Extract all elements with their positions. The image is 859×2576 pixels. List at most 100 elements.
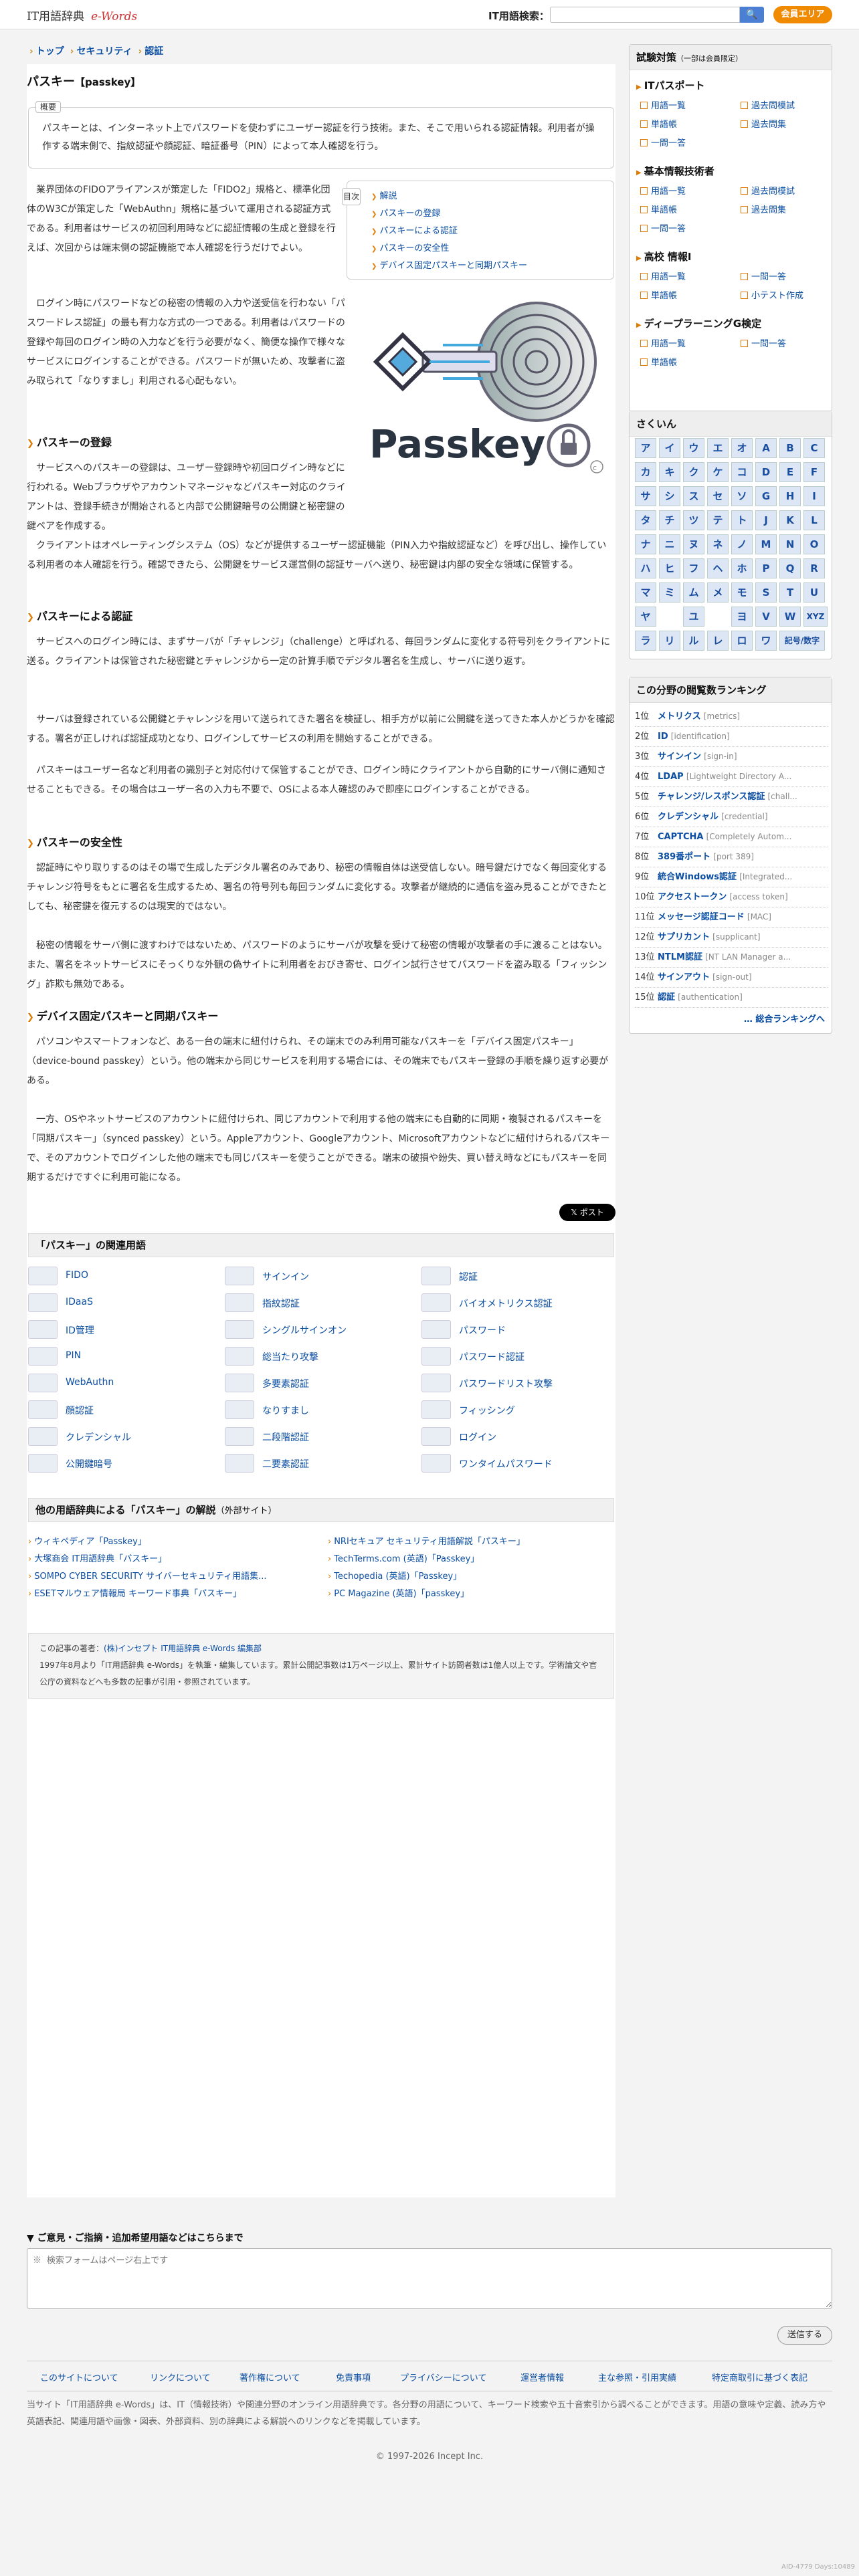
index-key[interactable]: F — [803, 462, 825, 482]
toc-item-security[interactable]: パスキーの安全性 — [379, 243, 449, 253]
member-area-button[interactable]: 会員エリア — [773, 6, 832, 23]
external-link[interactable]: ウィキペディア「Passkey」 — [28, 1534, 147, 1547]
index-key[interactable]: T — [779, 582, 801, 603]
index-key[interactable]: H — [779, 486, 801, 506]
related-term[interactable]: 顔認証 — [28, 1399, 222, 1422]
exam-link[interactable]: 用語一覧 — [640, 336, 686, 349]
x-post-button[interactable]: 𝕏 ポスト — [559, 1204, 615, 1221]
exam-link[interactable]: 用語一覧 — [640, 98, 686, 111]
site-logo[interactable]: IT用語辞典 e-Words — [27, 7, 137, 23]
related-term[interactable]: フィッシング — [421, 1399, 615, 1422]
index-key[interactable]: ホ — [731, 558, 753, 578]
index-key[interactable]: ア — [635, 438, 656, 458]
index-key[interactable]: コ — [731, 462, 753, 482]
external-link[interactable]: PC Magazine (英語)「passkey」 — [328, 1586, 469, 1599]
related-term[interactable]: ID管理 — [28, 1319, 222, 1341]
toc-item-explanation[interactable]: 解説 — [379, 191, 397, 201]
footer-link-disclaimer[interactable]: 免責事項 — [336, 2371, 371, 2383]
index-key[interactable]: ワ — [755, 631, 777, 651]
related-term[interactable]: バイオメトリクス認証 — [421, 1292, 615, 1315]
breadcrumb-security[interactable]: セキュリティ — [76, 46, 132, 57]
related-term[interactable]: シングルサインオン — [225, 1319, 419, 1341]
exam-link[interactable]: 単語帳 — [640, 288, 677, 301]
ranking-item[interactable]: 12位 サプリカント [supplicant] — [635, 926, 828, 948]
footer-link-about[interactable]: このサイトについて — [40, 2371, 118, 2383]
index-key[interactable]: S — [755, 582, 777, 603]
index-key[interactable]: オ — [731, 438, 753, 458]
external-link[interactable]: SOMPO CYBER SECURITY サイバーセキュリティ用語集... — [28, 1569, 266, 1582]
exam-link[interactable]: 用語一覧 — [640, 270, 686, 282]
index-key[interactable]: マ — [635, 582, 656, 603]
footer-link-linking[interactable]: リンクについて — [150, 2371, 211, 2383]
toc-item-device-sync[interactable]: デバイス固定パスキーと同期パスキー — [379, 261, 527, 271]
footer-link-privacy[interactable]: プライバシーについて — [400, 2371, 486, 2383]
index-key[interactable]: Q — [779, 558, 801, 578]
index-key[interactable]: ス — [683, 486, 704, 506]
ranking-item[interactable]: 7位 CAPTCHA [Completely Autom... — [635, 826, 828, 847]
search-input[interactable] — [550, 7, 740, 23]
breadcrumb-auth[interactable]: 認証 — [145, 46, 163, 57]
index-key[interactable]: J — [755, 510, 777, 530]
related-term[interactable]: WebAuthn — [28, 1372, 222, 1395]
ranking-item[interactable]: 13位 NTLM認証 [NT LAN Manager a... — [635, 946, 828, 968]
external-link[interactable]: 大塚商会 IT用語辞典「パスキー」 — [28, 1551, 167, 1564]
index-key[interactable]: ム — [683, 582, 704, 603]
exam-link[interactable]: 単語帳 — [640, 203, 677, 215]
ranking-item[interactable]: 11位 メッセージ認証コード [MAC] — [635, 906, 828, 928]
index-key[interactable]: ユ — [683, 607, 704, 627]
exam-link[interactable]: 過去問模試 — [741, 98, 795, 111]
index-key[interactable]: ヨ — [731, 607, 753, 627]
related-term[interactable]: 指紋認証 — [225, 1292, 419, 1315]
index-key[interactable]: ル — [683, 631, 704, 651]
footer-link-copyright[interactable]: 著作権について — [240, 2371, 300, 2383]
ranking-item[interactable]: 6位 クレデンシャル [credential] — [635, 806, 828, 827]
exam-link[interactable]: 小テスト作成 — [741, 288, 803, 301]
exam-link[interactable]: 単語帳 — [640, 355, 677, 368]
index-key[interactable]: フ — [683, 558, 704, 578]
index-key[interactable]: A — [755, 438, 777, 458]
index-key[interactable]: チ — [659, 510, 680, 530]
index-key[interactable]: ヒ — [659, 558, 680, 578]
index-key[interactable]: I — [803, 486, 825, 506]
index-key[interactable]: ミ — [659, 582, 680, 603]
ranking-more-link[interactable]: … 総合ランキングへ — [744, 1012, 825, 1025]
exam-link[interactable]: 一問一答 — [640, 136, 686, 148]
related-term[interactable]: パスワード — [421, 1319, 615, 1341]
index-key[interactable]: ハ — [635, 558, 656, 578]
index-key[interactable]: メ — [707, 582, 729, 603]
index-key[interactable]: タ — [635, 510, 656, 530]
related-term[interactable]: 公開鍵暗号 — [28, 1453, 222, 1475]
related-term[interactable]: 総当たり攻撃 — [225, 1346, 419, 1368]
ranking-item[interactable]: 3位 サインイン [sign-in] — [635, 746, 828, 767]
index-key[interactable]: イ — [659, 438, 680, 458]
external-link[interactable]: ESETマルウェア情報局 キーワード事典「パスキー」 — [28, 1586, 242, 1599]
index-key[interactable]: ヘ — [707, 558, 729, 578]
related-term[interactable]: クレデンシャル — [28, 1426, 222, 1448]
exam-link[interactable]: 過去問集 — [741, 203, 786, 215]
index-key[interactable]: ク — [683, 462, 704, 482]
ranking-item[interactable]: 2位 ID [identification] — [635, 726, 828, 747]
related-term[interactable]: 二段階認証 — [225, 1426, 419, 1448]
index-key[interactable]: カ — [635, 462, 656, 482]
index-key[interactable]: P — [755, 558, 777, 578]
exam-link[interactable]: 一問一答 — [741, 336, 786, 349]
index-key[interactable]: L — [803, 510, 825, 530]
exam-link[interactable]: 一問一答 — [640, 221, 686, 234]
index-key[interactable]: W — [779, 607, 801, 627]
related-term[interactable]: 認証 — [421, 1265, 615, 1288]
external-link[interactable]: TechTerms.com (英語)「Passkey」 — [328, 1551, 479, 1564]
index-key[interactable]: ト — [731, 510, 753, 530]
ranking-item[interactable]: 5位 チャレンジ/レスポンス認証 [chall... — [635, 786, 828, 807]
index-key[interactable]: V — [755, 607, 777, 627]
feedback-textarea[interactable] — [27, 2248, 832, 2309]
external-link[interactable]: Techopedia (英語)「Passkey」 — [328, 1569, 462, 1582]
index-key[interactable]: レ — [707, 631, 729, 651]
search-button[interactable]: 🔍 — [740, 7, 764, 23]
index-key[interactable]: エ — [707, 438, 729, 458]
index-key[interactable]: ネ — [707, 534, 729, 554]
related-term[interactable]: パスワードリスト攻撃 — [421, 1372, 615, 1395]
index-key[interactable]: テ — [707, 510, 729, 530]
index-key[interactable]: C — [803, 438, 825, 458]
index-key[interactable]: ヌ — [683, 534, 704, 554]
index-key[interactable]: D — [755, 462, 777, 482]
